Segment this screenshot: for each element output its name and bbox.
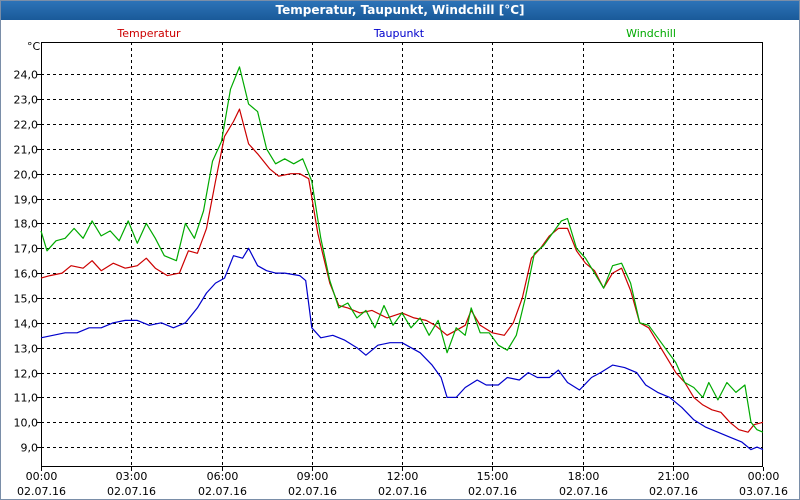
x-tick-date-label: 02.07.16 [288, 485, 337, 498]
y-tick-label: 18,0 [14, 218, 39, 231]
line-chart: 9,0 10,0 11,0 12,0 13,0 14,0 15,0 16,0 17,0 18,0 1… [14, 27, 788, 498]
x-tick-time-label: 09:00 [297, 470, 329, 483]
y-tick-label: 21,0 [14, 144, 39, 157]
legend-item-taupunkt: Taupunkt [373, 27, 425, 40]
x-tick-date-label: 02.07.16 [649, 485, 698, 498]
y-axis: 9,0 10,0 11,0 12,0 13,0 14,0 15,0 16,0 17,0 18,0 1… [14, 69, 41, 455]
y-tick-label: 17,0 [14, 243, 39, 256]
y-tick-label: 15,0 [14, 293, 39, 306]
y-tick-label: 20,0 [14, 169, 39, 182]
y-tick-label: 12,0 [14, 368, 39, 381]
x-tick-date-label: 03.07.16 [739, 485, 788, 498]
x-tick-time-label: 15:00 [477, 470, 509, 483]
x-tick-date-label: 02.07.16 [468, 485, 517, 498]
y-tick-label: 24,0 [14, 69, 39, 82]
x-tick-time-label: 00:00 [26, 470, 58, 483]
legend-item-windchill: Windchill [626, 27, 676, 40]
x-tick-time-label: 12:00 [387, 470, 419, 483]
x-tick-date-label: 02.07.16 [378, 485, 427, 498]
x-tick-time-label: 00:00 [748, 470, 780, 483]
x-tick-date-label: 02.07.16 [559, 485, 608, 498]
y-axis-label: °C [27, 40, 41, 53]
legend-item-temperatur: Temperatur [116, 27, 181, 40]
x-tick-date-label: 02.07.16 [198, 485, 247, 498]
chart-window: Temperatur, Taupunkt, Windchill [°C] 9,0… [0, 0, 800, 500]
y-tick-label: 23,0 [14, 94, 39, 107]
y-tick-label: 22,0 [14, 119, 39, 132]
x-tick-date-label: 02.07.16 [17, 485, 66, 498]
y-tick-label: 13,0 [14, 343, 39, 356]
y-tick-label: 9,0 [21, 442, 39, 455]
y-tick-label: 10,0 [14, 417, 39, 430]
y-tick-label: 11,0 [14, 392, 39, 405]
x-axis: 00:00 02.07.16 03:00 02.07.16 06:00 02.07.16 0… [17, 467, 788, 498]
y-tick-label: 16,0 [14, 268, 39, 281]
x-tick-date-label: 02.07.16 [107, 485, 156, 498]
window-title: Temperatur, Taupunkt, Windchill [°C] [1, 1, 799, 20]
x-tick-time-label: 06:00 [207, 470, 239, 483]
y-tick-label: 14,0 [14, 318, 39, 331]
x-tick-time-label: 03:00 [116, 470, 148, 483]
legend: Temperatur Taupunkt Windchill [116, 27, 676, 40]
x-tick-time-label: 21:00 [658, 470, 690, 483]
y-tick-label: 19,0 [14, 194, 39, 207]
x-tick-time-label: 18:00 [568, 470, 600, 483]
